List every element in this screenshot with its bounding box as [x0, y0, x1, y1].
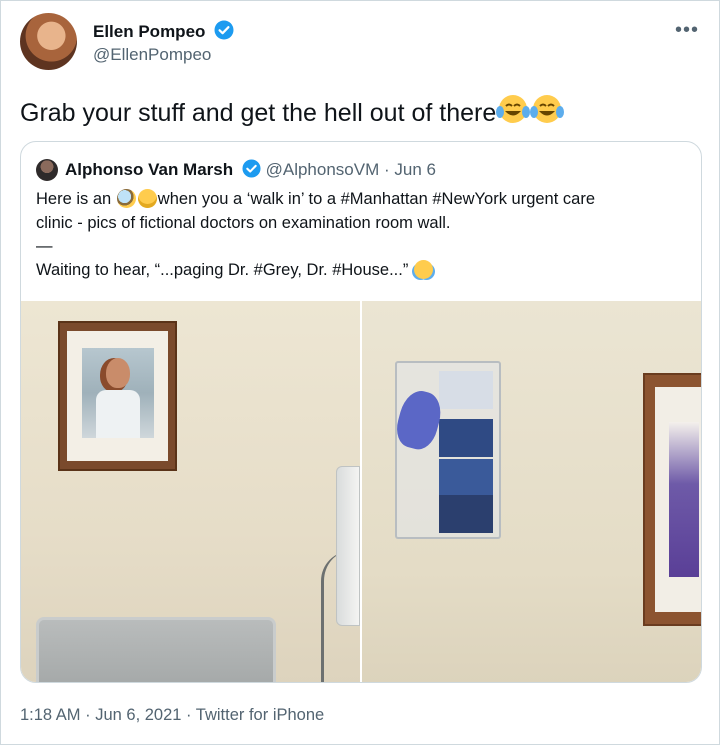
media-photo-1[interactable]: [21, 301, 360, 682]
author-handle[interactable]: @EllenPompeo: [93, 45, 211, 65]
quoted-line4: Waiting to hear, “...paging Dr. #Grey, D…: [36, 260, 413, 279]
tears-of-joy-emoji-icon: [496, 93, 531, 133]
framed-doctor-photo: [58, 321, 177, 471]
magnifying-glass-emoji-icon: [116, 189, 136, 208]
tweet-body: Grab your stuff and get the hell out of …: [20, 99, 497, 127]
raised-eyebrow-emoji-icon: [137, 189, 157, 208]
quoted-text: Here is an when you a ‘walk in’ to a #Ma…: [36, 188, 696, 282]
quoted-author-avatar[interactable]: [36, 159, 58, 181]
tweet-timestamp[interactable]: 1:18 AM · Jun 6, 2021 · Twitter for iPho…: [20, 706, 324, 725]
author-display-name[interactable]: Ellen Pompeo: [93, 22, 205, 41]
media-photo-2[interactable]: [362, 301, 701, 682]
author-name-row[interactable]: Ellen Pompeo: [93, 20, 234, 45]
quoted-line1-start: Here is an: [36, 190, 116, 208]
glove-icon: [392, 386, 446, 454]
verified-badge-icon: [242, 159, 261, 183]
quoted-date[interactable]: · Jun 6: [384, 160, 436, 179]
metal-tray: [36, 617, 276, 682]
quoted-text-line: —: [36, 237, 53, 255]
quoted-text-line: Waiting to hear, “...paging Dr. #Grey, D…: [36, 259, 696, 283]
tweet-text: Grab your stuff and get the hell out of …: [20, 93, 565, 133]
quoted-handle[interactable]: @AlphonsoVM: [266, 160, 380, 179]
quoted-text-line: clinic - pics of fictional doctors on ex…: [36, 213, 451, 232]
framed-art: [643, 373, 701, 626]
tears-of-joy-emoji-icon: [413, 259, 433, 279]
quoted-tweet[interactable]: Alphonso Van Marsh @AlphonsoVM · Jun 6 H…: [20, 141, 702, 683]
author-avatar[interactable]: [20, 13, 77, 70]
medical-device: [336, 466, 360, 626]
quoted-header: Alphonso Van Marsh @AlphonsoVM · Jun 6: [65, 159, 436, 183]
tears-of-joy-emoji-icon: [530, 93, 565, 133]
quoted-display-name[interactable]: Alphonso Van Marsh: [65, 160, 233, 179]
quoted-line1-end: when you a ‘walk in’ to a #Manhattan #Ne…: [157, 190, 595, 208]
more-options-icon[interactable]: •••: [675, 19, 699, 42]
glove-box-holder: [392, 361, 501, 539]
verified-badge-icon: [214, 20, 234, 45]
quoted-text-line: Here is an when you a ‘walk in’ to a #Ma…: [36, 188, 696, 212]
tweet-card: Ellen Pompeo @EllenPompeo ••• Grab your …: [0, 0, 720, 745]
